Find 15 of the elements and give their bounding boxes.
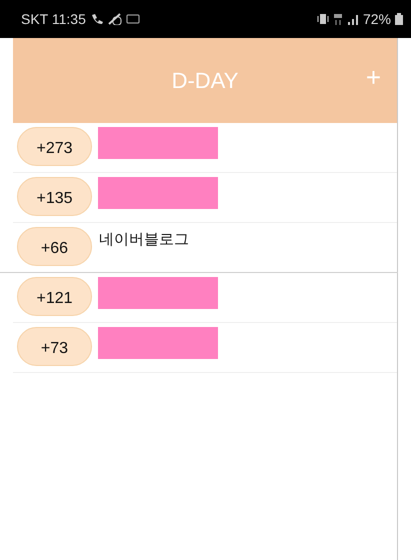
header-title: D-DAY [172, 67, 238, 95]
day-count-badge: +73 [17, 327, 92, 366]
add-button[interactable]: + [362, 62, 385, 92]
day-count-badge: +66 [17, 227, 92, 266]
battery-percent: 72% [362, 10, 391, 28]
battery-icon [395, 13, 403, 25]
status-time: SKT 11:35 [21, 10, 86, 28]
vibrate-icon [316, 13, 329, 25]
phone-icon [90, 13, 104, 25]
day-count-badge: +121 [17, 277, 92, 316]
day-count-badge: +273 [17, 127, 92, 166]
day-count-badge: +135 [17, 177, 92, 216]
item-title: 네이버블로그 [99, 230, 189, 250]
mute-icon [108, 13, 122, 25]
signal-icon [346, 13, 359, 25]
